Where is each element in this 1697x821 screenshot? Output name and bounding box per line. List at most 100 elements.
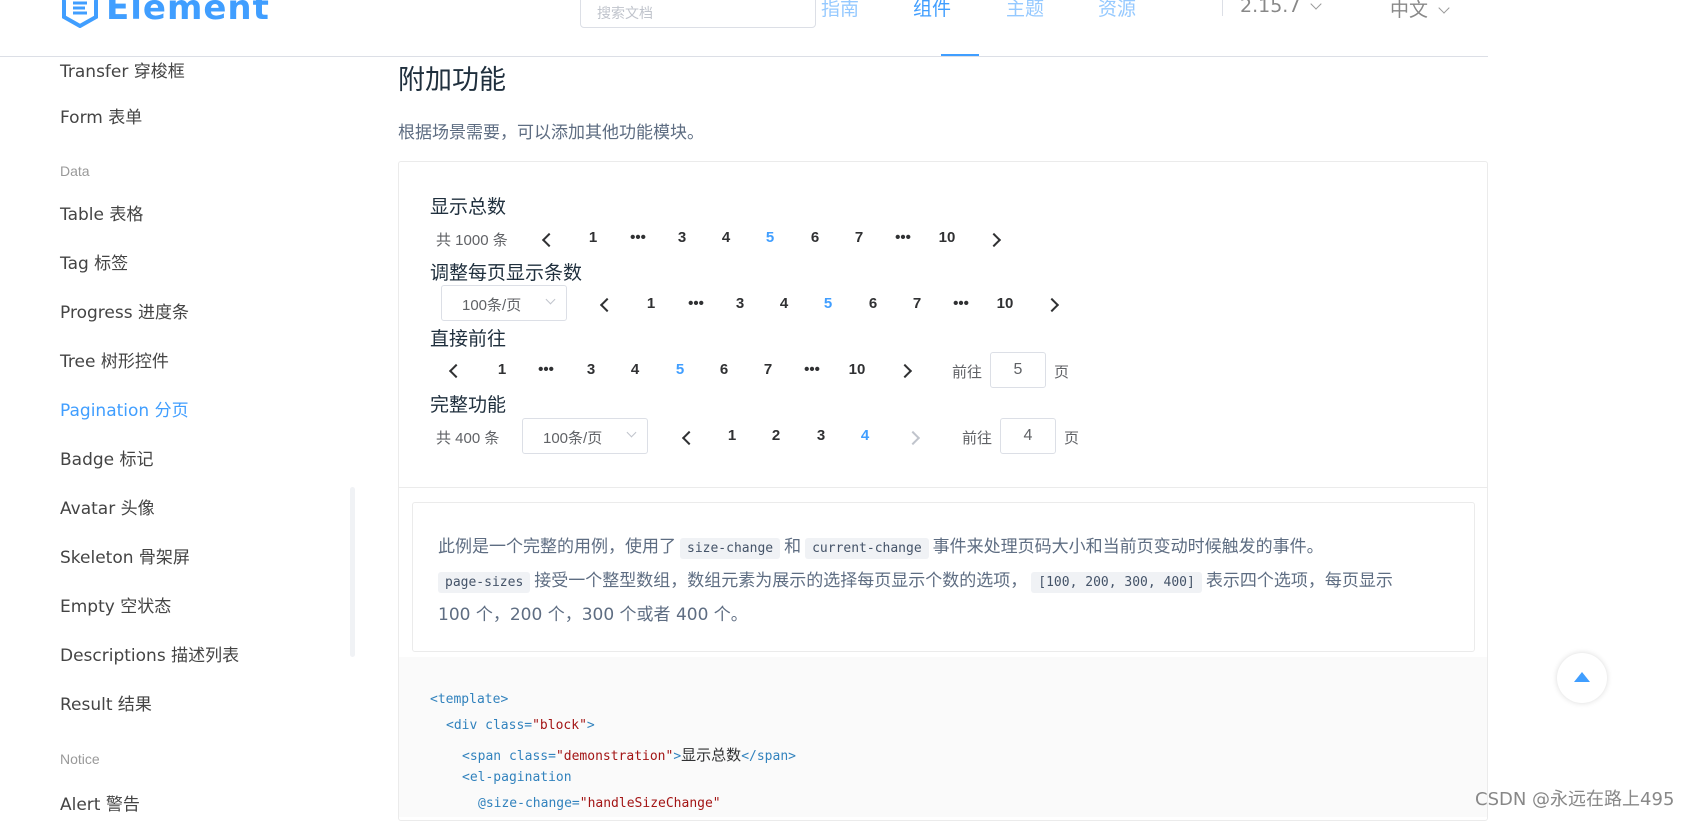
inline-code: [100, 200, 300, 400] bbox=[1031, 572, 1202, 593]
page-number[interactable]: 6 bbox=[800, 229, 830, 246]
page-more[interactable]: ••• bbox=[888, 229, 918, 246]
element-logo[interactable]: Element bbox=[60, 0, 270, 30]
element-logo-icon bbox=[62, 0, 98, 28]
nav-resource[interactable]: 资源 bbox=[1098, 0, 1136, 21]
sidebar-item-empty[interactable]: Empty 空状态 bbox=[60, 592, 171, 617]
page-number[interactable]: 3 bbox=[576, 361, 606, 378]
sidebar-item-tag[interactable]: Tag 标签 bbox=[60, 249, 128, 274]
page-number[interactable]: 7 bbox=[844, 229, 874, 246]
demo-divider bbox=[399, 487, 1487, 488]
version-selector[interactable]: 2.15.7 bbox=[1240, 0, 1323, 17]
nav-component[interactable]: 组件 bbox=[913, 0, 951, 21]
page-size-value: 100条/页 bbox=[543, 430, 603, 447]
caret-up-icon bbox=[1574, 672, 1590, 682]
sidebar-item-progress[interactable]: Progress 进度条 bbox=[60, 298, 189, 323]
description-line-2: page-sizes 接受一个整型数组，数组元素为展示的选择每页显示个数的选项，[… bbox=[438, 565, 1449, 599]
code-token: </span> bbox=[741, 749, 796, 764]
sidebar-item-skeleton[interactable]: Skeleton 骨架屏 bbox=[60, 543, 190, 568]
page-number[interactable]: 10 bbox=[842, 361, 872, 378]
page-number[interactable]: 1 bbox=[578, 229, 608, 246]
page-number[interactable]: 3 bbox=[667, 229, 697, 246]
pagination-total-text: 共 400 条 bbox=[436, 430, 500, 447]
code-token: <span bbox=[462, 749, 502, 764]
sidebar-item-alert[interactable]: Alert 警告 bbox=[60, 790, 140, 815]
sidebar-item-tree[interactable]: Tree 树形控件 bbox=[60, 347, 169, 372]
goto-suffix: 页 bbox=[1054, 364, 1070, 381]
page-number[interactable]: 10 bbox=[990, 295, 1020, 312]
page-more[interactable]: ••• bbox=[531, 361, 561, 378]
sidebar-item-avatar[interactable]: Avatar 头像 bbox=[60, 494, 155, 519]
page-more[interactable]: ••• bbox=[946, 295, 976, 312]
goto-page-input[interactable]: 4 bbox=[1000, 418, 1056, 454]
sidebar-group-data: Data bbox=[60, 163, 90, 179]
page-size-select[interactable]: 100条/页 bbox=[441, 285, 567, 321]
sidebar-item-badge[interactable]: Badge 标记 bbox=[60, 445, 154, 470]
chevron-down-icon bbox=[1310, 0, 1323, 10]
header: Element 搜索文档 指南 组件 主题 资源 2.15.7 中文 bbox=[0, 0, 1697, 57]
page-number-current[interactable]: 5 bbox=[665, 361, 695, 378]
page-number[interactable]: 4 bbox=[711, 229, 741, 246]
pagination-total-text: 共 1000 条 bbox=[436, 232, 508, 249]
description-text: 事件来处理页码大小和当前页变动时候触发的事件。 bbox=[932, 537, 1324, 557]
sidebar-item-descriptions[interactable]: Descriptions 描述列表 bbox=[60, 641, 239, 666]
inline-code: size-change bbox=[680, 538, 781, 559]
code-token: <div bbox=[446, 718, 478, 733]
code-token: @size-change= bbox=[478, 796, 580, 811]
description-text: 表示四个选项，每页显示 bbox=[1205, 571, 1393, 591]
page-number[interactable]: 3 bbox=[725, 295, 755, 312]
page-more[interactable]: ••• bbox=[797, 361, 827, 378]
inline-code: page-sizes bbox=[438, 572, 531, 593]
page-number[interactable]: 6 bbox=[709, 361, 739, 378]
page-number[interactable]: 2 bbox=[761, 427, 791, 444]
nav-guide[interactable]: 指南 bbox=[821, 0, 859, 21]
page-number[interactable]: 1 bbox=[487, 361, 517, 378]
logo-text: Element bbox=[106, 0, 270, 28]
chevron-down-icon bbox=[1438, 2, 1450, 14]
demo-label-sizes: 调整每页显示条数 bbox=[430, 262, 583, 284]
page-number[interactable]: 4 bbox=[620, 361, 650, 378]
page-more[interactable]: ••• bbox=[681, 295, 711, 312]
language-label: 中文 bbox=[1390, 0, 1429, 21]
page-size-select[interactable]: 100条/页 bbox=[522, 418, 648, 454]
page-number[interactable]: 1 bbox=[636, 295, 666, 312]
page-number[interactable]: 6 bbox=[858, 295, 888, 312]
back-to-top-button[interactable] bbox=[1557, 653, 1607, 703]
code-token: class= bbox=[501, 749, 556, 764]
code-token: "block" bbox=[532, 718, 587, 733]
page-number[interactable]: 3 bbox=[806, 427, 836, 444]
page-number-current[interactable]: 5 bbox=[755, 229, 785, 246]
sidebar-item-transfer[interactable]: Transfer 穿梭框 bbox=[60, 57, 185, 82]
page-number[interactable]: 1 bbox=[717, 427, 747, 444]
inline-code: current-change bbox=[805, 538, 929, 559]
sidebar-item-form[interactable]: Form 表单 bbox=[60, 103, 142, 128]
page-number[interactable]: 7 bbox=[753, 361, 783, 378]
goto-label: 前往 bbox=[962, 430, 993, 447]
language-selector[interactable]: 中文 bbox=[1390, 0, 1450, 22]
nav-divider bbox=[1222, 0, 1223, 16]
code-line: <span class="demonstration">显示总数</span> bbox=[462, 744, 796, 765]
page-number-current[interactable]: 4 bbox=[850, 427, 880, 444]
nav-theme[interactable]: 主题 bbox=[1006, 0, 1044, 21]
sidebar-item-pagination[interactable]: Pagination 分页 bbox=[60, 396, 189, 421]
page-section-title: 附加功能 bbox=[398, 65, 506, 96]
goto-page-input[interactable]: 5 bbox=[990, 352, 1046, 388]
description-line-3: 100 个，200 个，300 个或者 400 个。 bbox=[438, 605, 748, 625]
sidebar-group-notice: Notice bbox=[60, 751, 100, 767]
code-block bbox=[399, 657, 1487, 817]
code-token: 显示总数 bbox=[681, 746, 742, 764]
code-line: <template> bbox=[430, 692, 509, 707]
code-token: "handleSizeChange" bbox=[579, 796, 721, 811]
page-number[interactable]: 7 bbox=[902, 295, 932, 312]
search-input[interactable]: 搜索文档 bbox=[580, 0, 816, 28]
sidebar-item-table[interactable]: Table 表格 bbox=[60, 200, 143, 225]
chevron-down-icon bbox=[626, 427, 637, 438]
page-number-current[interactable]: 5 bbox=[813, 295, 843, 312]
code-token: > bbox=[673, 749, 682, 764]
page-more[interactable]: ••• bbox=[623, 229, 653, 246]
sidebar-item-result[interactable]: Result 结果 bbox=[60, 690, 152, 715]
demo-label-jumper: 直接前往 bbox=[430, 328, 507, 350]
page-number[interactable]: 10 bbox=[932, 229, 962, 246]
page-number[interactable]: 4 bbox=[769, 295, 799, 312]
sidebar-scrollbar[interactable] bbox=[350, 487, 355, 657]
code-line: <el-pagination bbox=[462, 770, 572, 785]
